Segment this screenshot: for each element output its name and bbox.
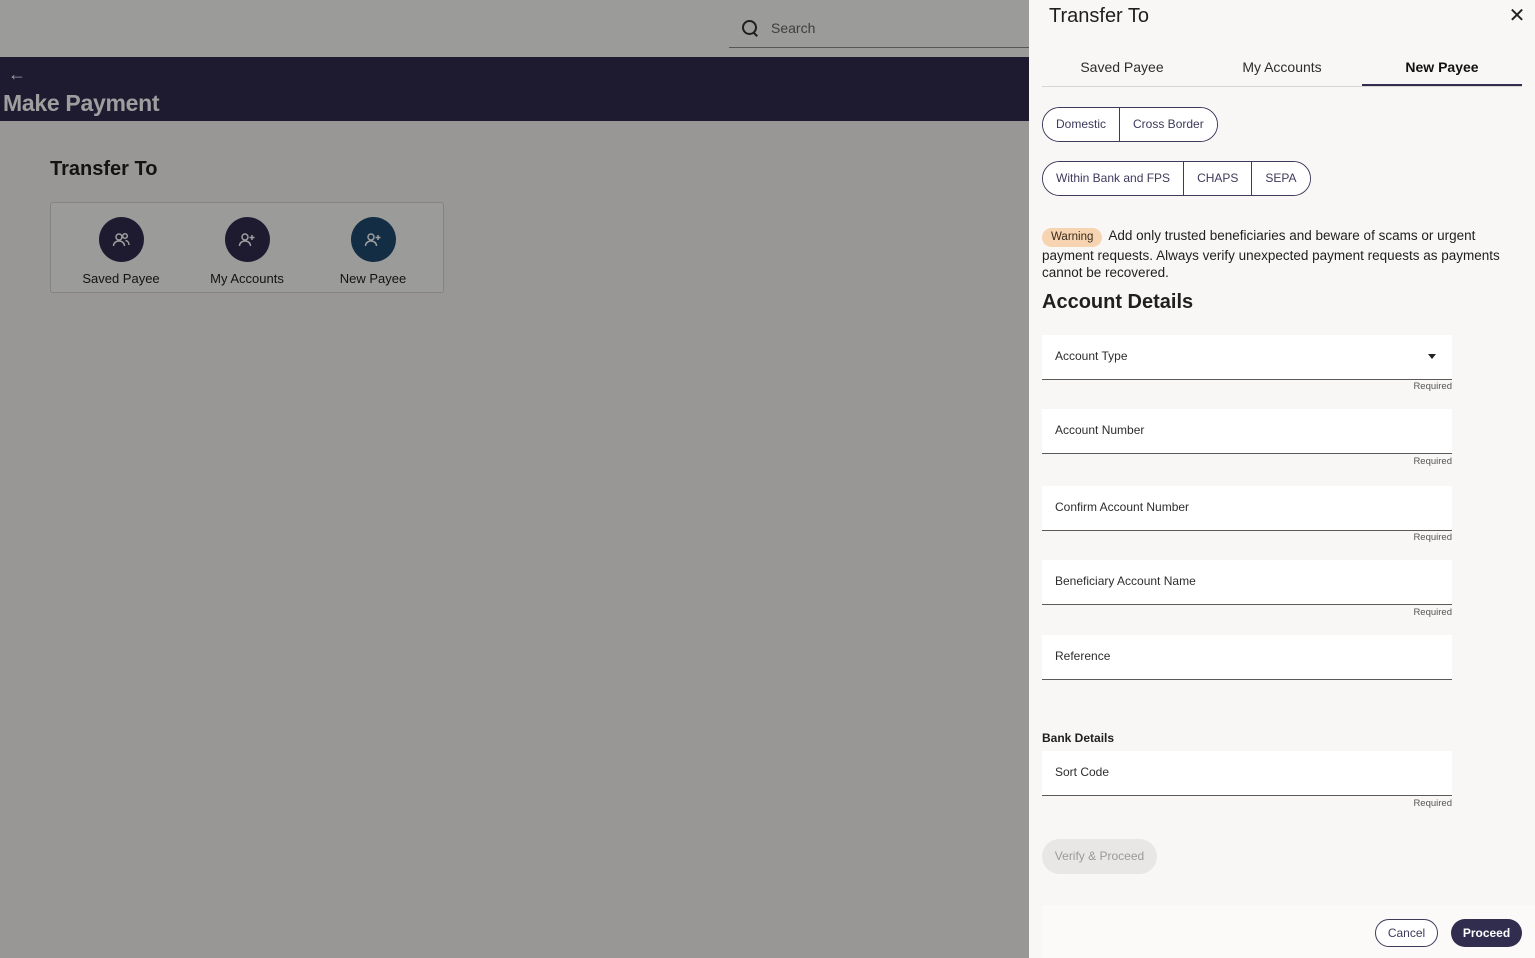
account-details-title: Account Details <box>1042 291 1194 313</box>
field-hint: Required <box>1413 798 1452 809</box>
chevron-down-icon <box>1428 354 1436 359</box>
field-label: Reference <box>1055 649 1111 663</box>
field-label: Confirm Account Number <box>1055 500 1190 514</box>
field-hint: Required <box>1413 607 1452 618</box>
field-hint: Required <box>1413 456 1452 467</box>
cross-border-button[interactable]: Cross Border <box>1120 108 1217 141</box>
drawer-title: Transfer To <box>1049 5 1150 27</box>
sepa-button[interactable]: SEPA <box>1252 162 1310 195</box>
warning-text: Add only trusted beneficiaries and bewar… <box>1042 228 1500 280</box>
bank-details-title: Bank Details <box>1042 731 1115 745</box>
account-type-select[interactable]: Account Type <box>1042 335 1452 380</box>
field-label: Account Number <box>1055 423 1145 437</box>
verify-proceed-button[interactable]: Verify & Proceed <box>1042 839 1157 874</box>
confirm-account-number-field[interactable]: Confirm Account Number <box>1042 486 1452 531</box>
chaps-button[interactable]: CHAPS <box>1184 162 1253 195</box>
field-hint: Required <box>1413 381 1452 392</box>
domestic-button[interactable]: Domestic <box>1043 108 1121 141</box>
tab-saved-payee[interactable]: Saved Payee <box>1042 48 1202 86</box>
sort-code-field[interactable]: Sort Code <box>1042 751 1452 796</box>
field-label: Account Type <box>1055 349 1128 363</box>
beneficiary-account-name-field[interactable]: Beneficiary Account Name <box>1042 560 1452 605</box>
network-toggle: Within Bank and FPS CHAPS SEPA <box>1042 161 1311 196</box>
within-bank-fps-button[interactable]: Within Bank and FPS <box>1043 162 1185 195</box>
account-number-field[interactable]: Account Number <box>1042 409 1452 454</box>
reference-field[interactable]: Reference <box>1042 635 1452 680</box>
payee-tabs: Saved Payee My Accounts New Payee <box>1042 48 1522 87</box>
close-icon[interactable]: ✕ <box>1507 6 1527 26</box>
field-label: Beneficiary Account Name <box>1055 574 1196 588</box>
tab-my-accounts[interactable]: My Accounts <box>1202 48 1362 86</box>
transfer-to-drawer: Transfer To ✕ Saved Payee My Accounts Ne… <box>1029 0 1535 958</box>
field-label: Sort Code <box>1055 765 1110 779</box>
warning-message: Warning Add only trusted beneficiaries an… <box>1042 227 1522 281</box>
region-toggle: Domestic Cross Border <box>1042 107 1218 142</box>
field-hint: Required <box>1413 532 1452 543</box>
tab-new-payee[interactable]: New Payee <box>1362 48 1522 86</box>
cancel-button[interactable]: Cancel <box>1375 919 1438 947</box>
warning-badge: Warning <box>1042 228 1103 247</box>
proceed-button[interactable]: Proceed <box>1451 919 1522 947</box>
